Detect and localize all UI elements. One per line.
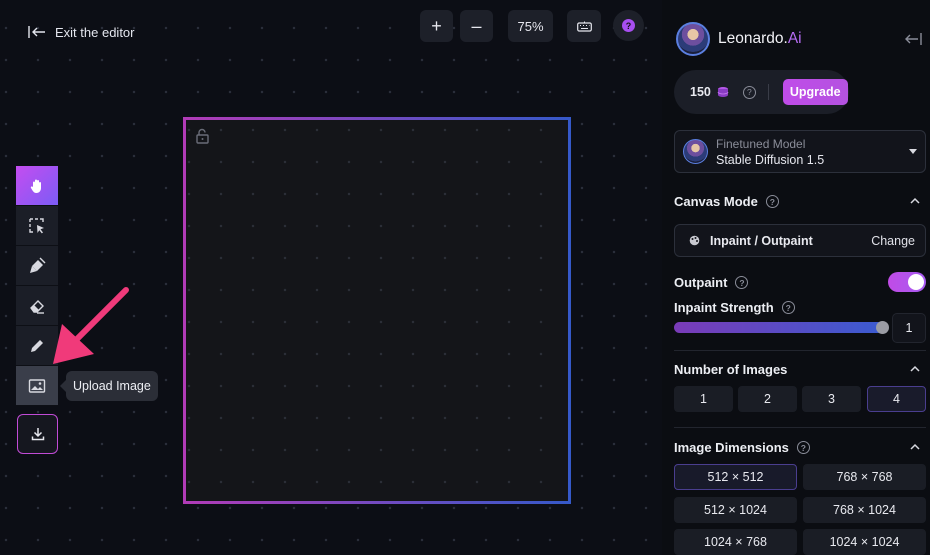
download-icon [31, 428, 44, 441]
select-area-icon [29, 217, 44, 233]
help-button[interactable]: ? [613, 10, 644, 41]
dimension-option[interactable]: 1024 × 1024 [803, 529, 926, 555]
upload-image-button[interactable] [16, 366, 58, 406]
frame-canvas[interactable] [186, 120, 568, 501]
canvas-mode-selector[interactable]: Inpaint / Outpaint Change [674, 224, 926, 257]
pan-tool-button[interactable] [16, 166, 58, 206]
collapse-sidebar-icon[interactable] [904, 32, 922, 46]
generation-frame[interactable] [183, 117, 571, 504]
num-images-option-4[interactable]: 4 [867, 386, 926, 412]
outpaint-label: Outpaint ? [674, 275, 749, 290]
model-name: Stable Diffusion 1.5 [716, 152, 825, 167]
image-dimensions-title: Image Dimensions ? [674, 440, 810, 455]
section-divider [674, 350, 926, 351]
brand-name: Leonardo.Ai [718, 30, 802, 47]
token-balance: 150 ? Upgrade [674, 70, 849, 114]
zoom-level-button[interactable]: 75% [508, 10, 553, 42]
dimension-option[interactable]: 1024 × 768 [674, 529, 797, 555]
canvas-mode-help-icon[interactable]: ? [765, 195, 779, 208]
pencil-icon [31, 339, 43, 352]
inpaint-strength-slider[interactable] [674, 322, 883, 333]
upgrade-label: Upgrade [789, 85, 841, 99]
hand-icon [30, 179, 41, 193]
upgrade-button[interactable]: Upgrade [782, 79, 848, 105]
keyboard-icon [576, 21, 592, 32]
num-images-option-2[interactable]: 2 [738, 386, 797, 412]
exit-editor-button[interactable]: Exit the editor [28, 22, 135, 42]
inpaint-strength-help-icon[interactable]: ? [781, 301, 795, 314]
chevron-down-icon [909, 149, 917, 154]
zoom-out-button[interactable]: – [460, 10, 493, 42]
palette-icon [689, 235, 700, 246]
annotation-arrow-icon [53, 287, 129, 364]
minus-icon: – [471, 15, 482, 36]
inpaint-strength-label: Inpaint Strength ? [674, 300, 795, 315]
zoom-level: 75% [517, 18, 544, 34]
download-button[interactable] [17, 414, 58, 454]
brush-mask-icon [30, 257, 46, 273]
chevron-up-icon[interactable] [910, 365, 920, 372]
brand-suffix: Ai [787, 30, 802, 47]
canvas-mode-title: Canvas Mode ? [674, 194, 779, 209]
user-avatar[interactable] [676, 22, 710, 56]
help-icon: ? [622, 19, 635, 32]
toggle-knob [908, 274, 924, 290]
dimension-option[interactable]: 768 × 768 [803, 464, 926, 490]
brand[interactable]: Leonardo.Ai [676, 22, 802, 56]
image-dimensions-help-icon[interactable]: ? [796, 441, 810, 454]
inpaint-strength-value[interactable]: 1 [892, 313, 926, 343]
exit-arrow-icon [28, 26, 45, 38]
chevron-up-icon[interactable] [910, 443, 920, 450]
exit-editor-label: Exit the editor [55, 24, 135, 40]
plus-icon: + [431, 15, 442, 36]
dimension-option[interactable]: 768 × 1024 [803, 497, 926, 523]
dimension-option[interactable]: 512 × 512 [674, 464, 797, 490]
model-label: Finetuned Model [716, 136, 806, 151]
unlock-icon[interactable] [195, 128, 211, 144]
model-select[interactable]: Finetuned Model Stable Diffusion 1.5 [674, 130, 926, 173]
divider [767, 84, 769, 100]
canvas-area[interactable]: Exit the editor + – 75% ? Upload Image [0, 0, 662, 555]
model-thumbnail [683, 139, 708, 164]
slider-handle[interactable] [876, 321, 889, 334]
outpaint-help-icon[interactable]: ? [735, 276, 749, 289]
num-images-option-1[interactable]: 1 [674, 386, 733, 412]
canvas-mode-value: Inpaint / Outpaint [710, 233, 813, 248]
zoom-in-button[interactable]: + [420, 10, 453, 42]
section-divider [674, 427, 926, 428]
keyboard-shortcuts-button[interactable] [567, 10, 601, 42]
mask-tool-button[interactable] [16, 246, 58, 286]
chevron-up-icon[interactable] [910, 197, 920, 204]
settings-sidebar: Leonardo.Ai 150 ? Upgrade Finetuned Mode… [662, 0, 930, 555]
number-of-images-title: Number of Images [674, 362, 788, 377]
tokens-help-icon[interactable]: ? [742, 85, 756, 99]
eraser-icon [30, 299, 44, 314]
tooltip-text: Upload Image [73, 379, 151, 393]
outpaint-toggle[interactable] [888, 272, 926, 292]
upload-image-tooltip: Upload Image [60, 371, 158, 401]
coins-icon [717, 87, 729, 97]
image-icon [28, 378, 46, 393]
dimension-option[interactable]: 512 × 1024 [674, 497, 797, 523]
change-mode-button[interactable]: Change [871, 234, 915, 248]
select-tool-button[interactable] [16, 206, 58, 246]
num-images-option-3[interactable]: 3 [802, 386, 861, 412]
token-count: 150 [690, 85, 711, 99]
